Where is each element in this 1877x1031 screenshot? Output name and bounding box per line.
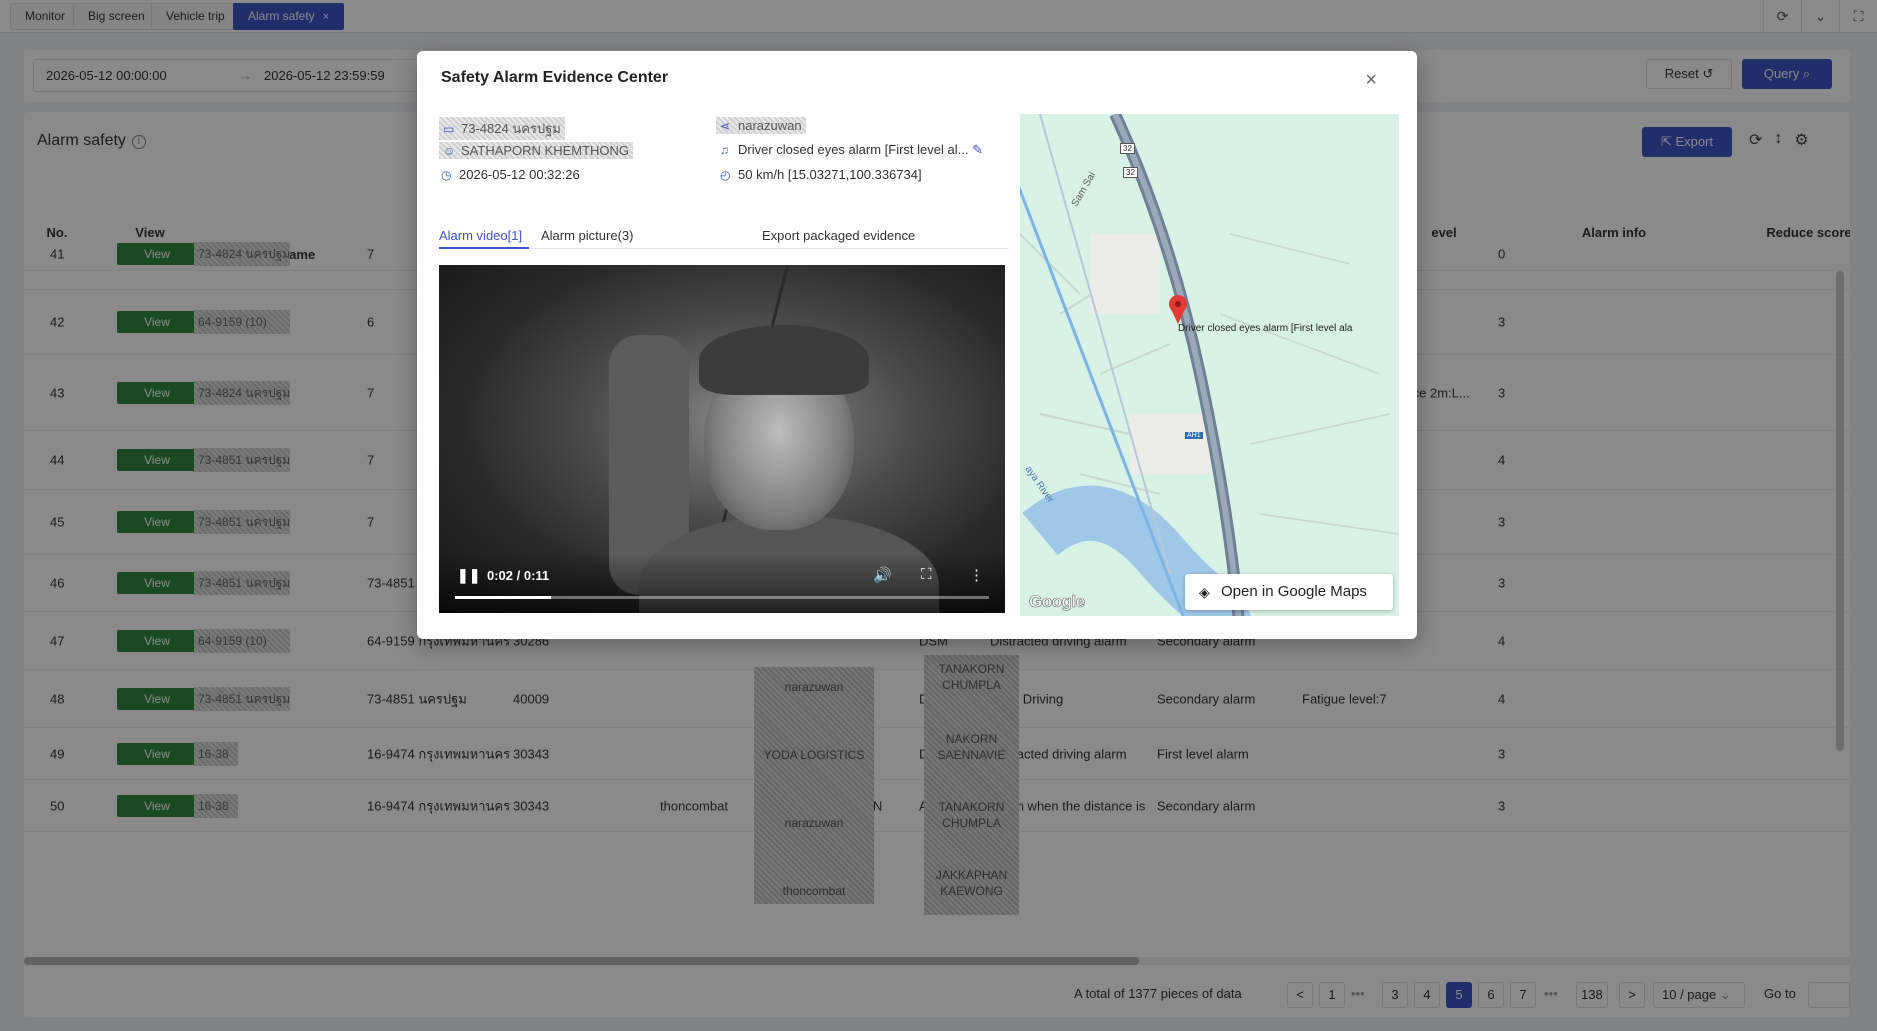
evidence-modal: Safety Alarm Evidence Center × ▭ 73-4824 … xyxy=(417,51,1417,639)
alarm-time-text: 2026-05-12 00:32:26 xyxy=(459,167,580,182)
fullscreen-icon[interactable]: ⛶ xyxy=(921,566,932,583)
tab-alarm-picture[interactable]: Alarm picture(3) xyxy=(541,228,633,243)
active-tab-indicator xyxy=(439,247,529,249)
vehicle-plate-text: 73-4824 นครปฐม xyxy=(461,121,561,136)
location-map[interactable]: 32 32 AH1 Sam Sai aya River Driver close… xyxy=(1020,114,1399,616)
company-name: ⋖ narazuwan xyxy=(716,117,806,134)
volume-icon[interactable]: 🔊 xyxy=(873,566,892,584)
open-google-maps-button[interactable]: ◈ Open in Google Maps xyxy=(1185,574,1393,610)
more-icon[interactable]: ⋮ xyxy=(969,566,984,584)
map-marker-label: Driver closed eyes alarm [First level al… xyxy=(1178,323,1353,334)
vehicle-plate: ▭ 73-4824 นครปฐม xyxy=(439,117,565,140)
alarm-type-text: Driver closed eyes alarm [First level al… xyxy=(738,142,969,157)
road-shield: 32 xyxy=(1123,167,1138,178)
evidence-tabs: Alarm video[1] Alarm picture(3) Export p… xyxy=(439,216,1009,249)
pause-icon[interactable]: ❚❚ xyxy=(457,567,480,584)
driver-name-text: SATHAPORN KHEMTHONG xyxy=(461,143,630,158)
driver-name: ☺ SATHAPORN KHEMTHONG xyxy=(439,142,634,159)
map-marker-icon[interactable] xyxy=(1168,292,1188,322)
video-progress-bar[interactable] xyxy=(455,596,989,599)
alarm-time: ◷ 2026-05-12 00:32:26 xyxy=(441,167,580,182)
share-icon: ⋖ xyxy=(720,119,731,133)
speed-icon: ◴ xyxy=(720,168,731,182)
edit-icon[interactable]: ✎ xyxy=(972,142,983,157)
video-time: 0:02 / 0:11 xyxy=(487,568,550,583)
open-google-maps-label: Open in Google Maps xyxy=(1221,583,1367,600)
speed-location-text: 50 km/h [15.03271,100.336734] xyxy=(738,167,922,182)
export-evidence-link[interactable]: Export packaged evidence xyxy=(762,228,915,243)
road-shield: 32 xyxy=(1120,143,1135,154)
clock-icon: ◷ xyxy=(441,168,452,182)
alarm-video-player[interactable]: ❚❚ 0:02 / 0:11 🔊 ⛶ ⋮ xyxy=(439,265,1005,613)
tab-alarm-video[interactable]: Alarm video[1] xyxy=(439,228,522,243)
bell-icon: ♫ xyxy=(720,143,729,157)
modal-title: Safety Alarm Evidence Center xyxy=(441,69,669,86)
user-icon: ☺ xyxy=(443,144,456,158)
video-driver-cap xyxy=(699,325,869,395)
close-icon[interactable]: × xyxy=(1365,69,1377,92)
road-shield: AH1 xyxy=(1185,432,1203,439)
video-controls: ❚❚ 0:02 / 0:11 🔊 ⛶ ⋮ xyxy=(439,553,1005,613)
google-logo: Google xyxy=(1029,592,1086,612)
vehicle-icon: ▭ xyxy=(443,122,455,136)
speed-location: ◴ 50 km/h [15.03271,100.336734] xyxy=(720,167,922,182)
company-name-text: narazuwan xyxy=(738,118,802,133)
video-progress-fill xyxy=(455,596,552,599)
directions-icon: ◈ xyxy=(1199,584,1210,600)
alarm-type: ♫ Driver closed eyes alarm [First level a… xyxy=(720,142,983,158)
